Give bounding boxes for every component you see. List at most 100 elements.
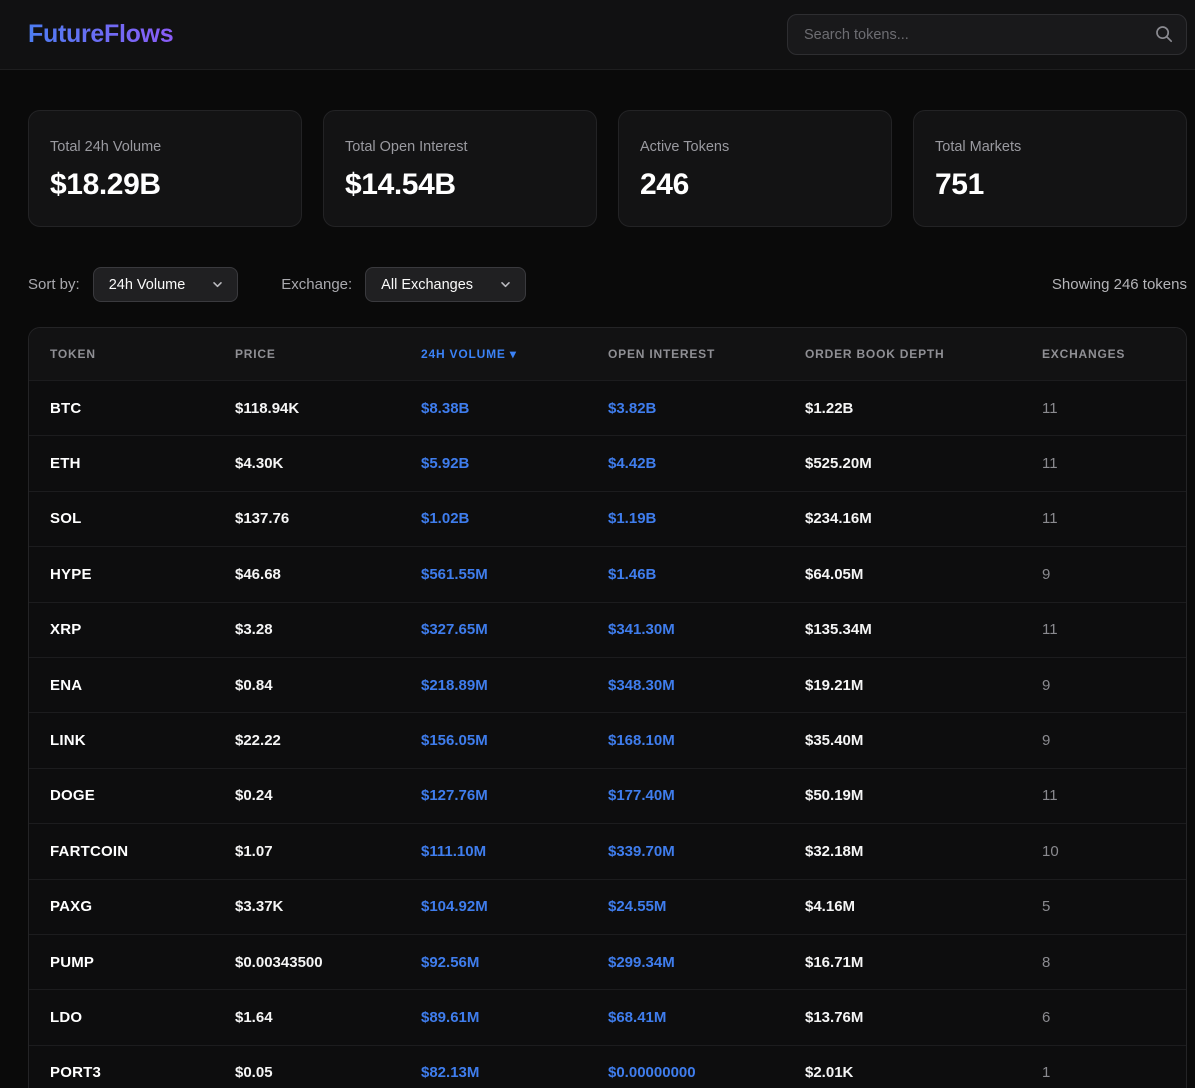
token-exchange-count: 11 <box>1042 621 1165 638</box>
token-open-interest: $168.10M <box>608 732 805 749</box>
token-price: $3.37K <box>235 898 421 915</box>
filter-controls: Sort by: 24h Volume Exchange: All Exchan… <box>28 267 1187 302</box>
search-box <box>787 14 1187 55</box>
app-header: FutureFlows <box>0 0 1195 70</box>
table-row[interactable]: DOGE$0.24$127.76M$177.40M$50.19M11 <box>29 768 1186 823</box>
token-price: $0.05 <box>235 1064 421 1081</box>
token-open-interest: $24.55M <box>608 898 805 915</box>
table-row[interactable]: PUMP$0.00343500$92.56M$299.34M$16.71M8 <box>29 934 1186 989</box>
token-symbol: BTC <box>50 400 235 417</box>
table-row[interactable]: LDO$1.64$89.61M$68.41M$13.76M6 <box>29 989 1186 1044</box>
tokens-table: TokenPrice24h Volume ▾Open InterestOrder… <box>28 327 1187 1088</box>
token-price: $137.76 <box>235 510 421 527</box>
token-price: $0.24 <box>235 787 421 804</box>
table-row[interactable]: HYPE$46.68$561.55M$1.46B$64.05M9 <box>29 546 1186 601</box>
token-price: $4.30K <box>235 455 421 472</box>
token-price: $1.64 <box>235 1009 421 1026</box>
stat-label: Active Tokens <box>640 139 870 155</box>
token-open-interest: $348.30M <box>608 677 805 694</box>
token-24h-volume: $8.38B <box>421 400 608 417</box>
token-exchange-count: 11 <box>1042 455 1165 472</box>
token-24h-volume: $218.89M <box>421 677 608 694</box>
stat-card-active-tokens: Active Tokens 246 <box>618 110 892 227</box>
token-symbol: SOL <box>50 510 235 527</box>
token-exchange-count: 10 <box>1042 843 1165 860</box>
token-exchange-count: 11 <box>1042 510 1165 527</box>
token-order-book-depth: $13.76M <box>805 1009 1042 1026</box>
token-24h-volume: $327.65M <box>421 621 608 638</box>
token-24h-volume: $92.56M <box>421 954 608 971</box>
table-row[interactable]: PORT3$0.05$82.13M$0.00000000$2.01K1 <box>29 1045 1186 1088</box>
search-icon[interactable] <box>1154 24 1174 44</box>
exchange-dropdown-value: All Exchanges <box>381 277 473 293</box>
token-price: $118.94K <box>235 400 421 417</box>
token-order-book-depth: $64.05M <box>805 566 1042 583</box>
token-open-interest: $0.00000000 <box>608 1064 805 1081</box>
stat-value: 246 <box>640 168 870 202</box>
stat-value: $18.29B <box>50 168 280 202</box>
table-row[interactable]: LINK$22.22$156.05M$168.10M$35.40M9 <box>29 712 1186 767</box>
token-price: $0.84 <box>235 677 421 694</box>
search-input[interactable] <box>787 14 1187 55</box>
token-open-interest: $177.40M <box>608 787 805 804</box>
token-symbol: PORT3 <box>50 1064 235 1081</box>
token-open-interest: $341.30M <box>608 621 805 638</box>
token-price: $3.28 <box>235 621 421 638</box>
app-logo: FutureFlows <box>28 20 173 49</box>
stat-label: Total 24h Volume <box>50 139 280 155</box>
token-open-interest: $1.46B <box>608 566 805 583</box>
token-exchange-count: 1 <box>1042 1064 1165 1081</box>
chevron-down-icon <box>211 278 224 291</box>
token-order-book-depth: $50.19M <box>805 787 1042 804</box>
token-symbol: XRP <box>50 621 235 638</box>
column-header-price[interactable]: Price <box>235 347 421 361</box>
token-open-interest: $68.41M <box>608 1009 805 1026</box>
token-order-book-depth: $32.18M <box>805 843 1042 860</box>
table-row[interactable]: SOL$137.76$1.02B$1.19B$234.16M11 <box>29 491 1186 546</box>
stat-value: $14.54B <box>345 168 575 202</box>
token-price: $1.07 <box>235 843 421 860</box>
token-symbol: FARTCOIN <box>50 843 235 860</box>
token-order-book-depth: $135.34M <box>805 621 1042 638</box>
token-24h-volume: $104.92M <box>421 898 608 915</box>
table-row[interactable]: ETH$4.30K$5.92B$4.42B$525.20M11 <box>29 435 1186 490</box>
stats-row: Total 24h Volume $18.29B Total Open Inte… <box>28 110 1187 227</box>
column-header-volume[interactable]: 24h Volume ▾ <box>421 347 608 361</box>
stat-card-open-interest: Total Open Interest $14.54B <box>323 110 597 227</box>
token-symbol: ETH <box>50 455 235 472</box>
column-header-token[interactable]: Token <box>50 347 235 361</box>
exchange-label: Exchange: <box>281 276 352 293</box>
table-row[interactable]: FARTCOIN$1.07$111.10M$339.70M$32.18M10 <box>29 823 1186 878</box>
table-row[interactable]: ENA$0.84$218.89M$348.30M$19.21M9 <box>29 657 1186 712</box>
stat-card-total-markets: Total Markets 751 <box>913 110 1187 227</box>
token-order-book-depth: $525.20M <box>805 455 1042 472</box>
column-header-open-interest[interactable]: Open Interest <box>608 347 805 361</box>
token-symbol: PAXG <box>50 898 235 915</box>
token-order-book-depth: $234.16M <box>805 510 1042 527</box>
table-row[interactable]: BTC$118.94K$8.38B$3.82B$1.22B11 <box>29 380 1186 435</box>
token-24h-volume: $89.61M <box>421 1009 608 1026</box>
table-row[interactable]: XRP$3.28$327.65M$341.30M$135.34M11 <box>29 602 1186 657</box>
sort-dropdown[interactable]: 24h Volume <box>93 267 239 302</box>
chevron-down-icon <box>499 278 512 291</box>
sort-dropdown-value: 24h Volume <box>109 277 186 293</box>
token-order-book-depth: $35.40M <box>805 732 1042 749</box>
token-exchange-count: 11 <box>1042 400 1165 417</box>
token-symbol: LINK <box>50 732 235 749</box>
token-exchange-count: 5 <box>1042 898 1165 915</box>
table-header-row: TokenPrice24h Volume ▾Open InterestOrder… <box>29 328 1186 380</box>
token-order-book-depth: $2.01K <box>805 1064 1042 1081</box>
token-open-interest: $1.19B <box>608 510 805 527</box>
token-24h-volume: $156.05M <box>421 732 608 749</box>
token-exchange-count: 9 <box>1042 677 1165 694</box>
stat-label: Total Open Interest <box>345 139 575 155</box>
showing-tokens-count: Showing 246 tokens <box>1052 276 1187 293</box>
table-row[interactable]: PAXG$3.37K$104.92M$24.55M$4.16M5 <box>29 879 1186 934</box>
column-header-depth[interactable]: Order Book Depth <box>805 347 1042 361</box>
token-order-book-depth: $1.22B <box>805 400 1042 417</box>
column-header-exchanges[interactable]: Exchanges <box>1042 347 1165 361</box>
token-symbol: PUMP <box>50 954 235 971</box>
exchange-dropdown[interactable]: All Exchanges <box>365 267 526 302</box>
token-open-interest: $3.82B <box>608 400 805 417</box>
token-symbol: HYPE <box>50 566 235 583</box>
